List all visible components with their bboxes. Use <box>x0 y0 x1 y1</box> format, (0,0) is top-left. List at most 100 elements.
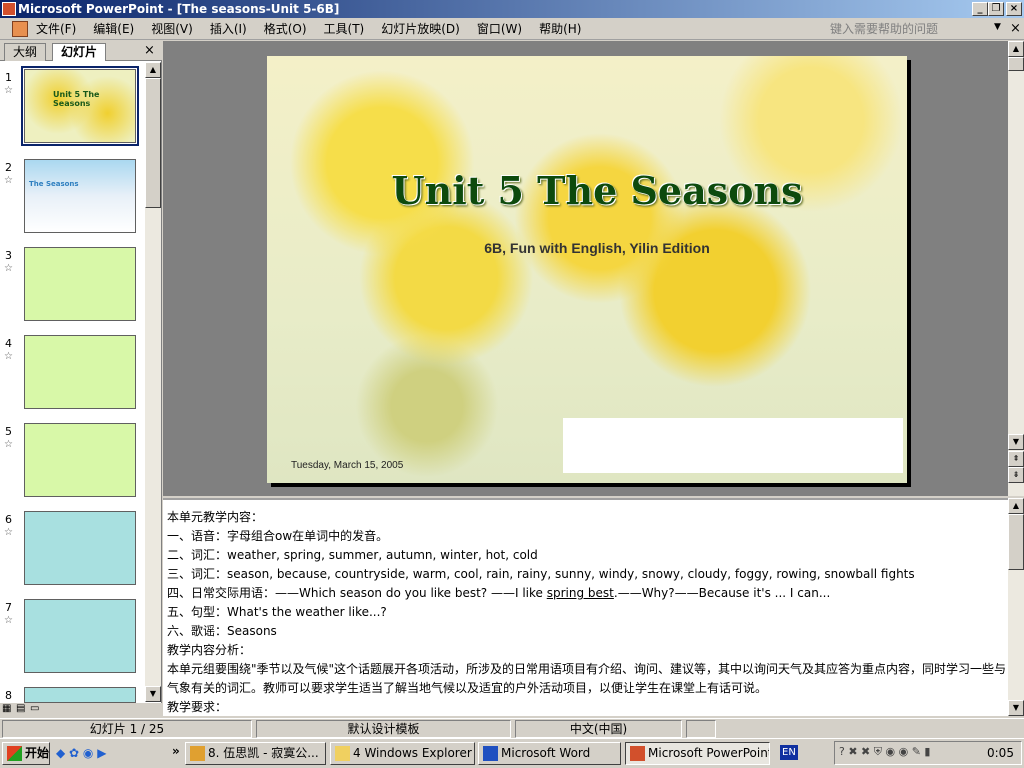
winamp-icon <box>190 746 205 761</box>
tab-outline[interactable]: 大纲 <box>4 43 47 61</box>
transition-icon: ☆ <box>4 175 13 186</box>
slide-number: 4 <box>5 337 12 350</box>
slides-pane: 大纲 幻灯片 × 1 ☆ Unit 5 The Seasons 2 ☆ The Seas… <box>0 41 162 703</box>
windows-logo-icon <box>7 746 22 761</box>
slide-date[interactable]: Tuesday, March 15, 2005 <box>291 460 403 471</box>
slide-subtitle[interactable]: 6B, Fun with English, Yilin Edition <box>267 240 907 256</box>
thumbnail-image <box>24 247 136 321</box>
slide-number: 3 <box>5 249 12 262</box>
notes-scrollbar[interactable]: ▲ ▼ <box>1008 498 1024 716</box>
status-bar: 幻灯片 1 / 25 默认设计模板 中文(中国) <box>0 718 1024 738</box>
taskbar-label: Microsoft Word <box>501 746 591 760</box>
notes-underlined-text: spring best <box>546 586 614 600</box>
restore-button[interactable]: ❐ <box>988 2 1004 16</box>
thumbnail-image: The Seasons <box>24 159 136 233</box>
notes-line: 六、歌谣：Seasons <box>167 624 277 638</box>
start-button[interactable]: 开始 <box>2 742 50 765</box>
quicklaunch-icons[interactable]: ◆ ✿ ◉ ▶ <box>56 746 106 760</box>
menu-view[interactable]: 视图(V) <box>151 20 193 37</box>
scroll-up-icon[interactable]: ▲ <box>1008 41 1024 57</box>
normal-view-icon[interactable]: ▦ <box>2 703 11 714</box>
menu-file[interactable]: 文件(F) <box>36 20 76 37</box>
slide-title[interactable]: Unit 5 The Seasons <box>267 168 907 213</box>
notes-line: 本单元教学内容： <box>167 510 264 524</box>
close-button[interactable]: × <box>1006 2 1022 16</box>
taskbar-item-word[interactable]: Microsoft Word <box>478 742 621 765</box>
scroll-thumb[interactable] <box>1008 514 1024 570</box>
notes-line: 四、日常交际用语：——Which season do you like best… <box>167 584 1008 603</box>
thumbnail-image: Unit 5 The Seasons <box>21 66 139 146</box>
transition-icon: ☆ <box>4 85 13 96</box>
menu-edit[interactable]: 编辑(E) <box>93 20 134 37</box>
slide-canvas[interactable]: Unit 5 The Seasons 6B, Fun with English,… <box>267 56 907 483</box>
slide-number: 5 <box>5 425 12 438</box>
blank-box[interactable] <box>563 418 903 473</box>
status-language: 中文(中国) <box>515 720 682 738</box>
notes-pane[interactable]: 本单元教学内容： 一、语音：字母组合ow在单词中的发音。 二、词汇：weathe… <box>163 498 1008 716</box>
transition-icon: ☆ <box>4 527 13 538</box>
next-slide-icon[interactable]: ⇟ <box>1008 467 1024 483</box>
close-document-button[interactable]: × <box>1010 21 1021 36</box>
system-tray: ? ✖ ✖ ⛨ ◉ ◉ ✎ ▮ 0:05 <box>834 741 1022 765</box>
taskbar-item-powerpoint[interactable]: Microsoft PowerPoint ... <box>625 742 770 765</box>
powerpoint-icon <box>2 2 16 16</box>
previous-slide-icon[interactable]: ⇞ <box>1008 451 1024 467</box>
menu-tools[interactable]: 工具(T) <box>324 20 365 37</box>
taskbar-item-music[interactable]: 8. 伍思凯 - 寂寞公... <box>185 742 326 765</box>
notes-text: 四、日常交际用语：——Which season do you like best… <box>167 586 547 600</box>
notes-paragraph: 本单元组要围绕"季节以及气候"这个话题展开各项活动，所涉及的日常用语项目有介绍、… <box>167 662 1007 695</box>
start-label: 开始 <box>25 746 50 760</box>
notes-line: 教学内容分析： <box>167 643 252 657</box>
slide-scrollbar[interactable]: ▲ ▼ ⇞ ⇟ <box>1008 41 1024 496</box>
tab-slides[interactable]: 幻灯片 <box>52 43 107 61</box>
help-dropdown-icon[interactable]: ▼ <box>994 22 1001 32</box>
slideshow-icon[interactable]: ▭ <box>30 703 39 714</box>
word-icon <box>483 746 498 761</box>
taskbar-label: 4 Windows Explorer <box>353 746 472 760</box>
tray-icons[interactable]: ? ✖ ✖ ⛨ ◉ ◉ ✎ ▮ <box>839 745 930 759</box>
transition-icon: ☆ <box>4 351 13 362</box>
folder-icon <box>335 746 350 761</box>
notes-text: .——Why?——Because it's ... I can... <box>613 586 831 600</box>
pane-close-icon[interactable]: × <box>144 43 155 58</box>
scroll-up-icon[interactable]: ▲ <box>145 62 161 78</box>
slide-sorter-icon[interactable]: ▤ <box>16 703 25 714</box>
scroll-down-icon[interactable]: ▼ <box>1008 700 1024 716</box>
more-icon[interactable]: » <box>172 744 180 758</box>
language-indicator[interactable]: EN <box>780 745 798 760</box>
minimize-button[interactable]: _ <box>972 2 988 16</box>
status-empty <box>686 720 716 738</box>
transition-icon: ☆ <box>4 263 13 274</box>
menu-slideshow[interactable]: 幻灯片放映(D) <box>381 20 460 37</box>
scroll-down-icon[interactable]: ▼ <box>145 686 161 702</box>
taskbar-label: 8. 伍思凯 - 寂寞公... <box>208 746 319 760</box>
slide-number: 6 <box>5 513 12 526</box>
menu-format[interactable]: 格式(O) <box>264 20 307 37</box>
slide-number: 7 <box>5 601 12 614</box>
scroll-thumb[interactable] <box>145 78 161 208</box>
scroll-up-icon[interactable]: ▲ <box>1008 498 1024 514</box>
notes-line: 教学要求： <box>167 700 228 714</box>
transition-icon: ☆ <box>4 439 13 450</box>
thumbnail-image <box>24 335 136 409</box>
notes-line: 一、语音：字母组合ow在单词中的发音。 <box>167 529 389 543</box>
status-slide-count: 幻灯片 1 / 25 <box>2 720 252 738</box>
menu-insert[interactable]: 插入(I) <box>210 20 247 37</box>
taskbar-label: Microsoft PowerPoint ... <box>648 746 770 760</box>
thumbnail-image <box>24 423 136 497</box>
thumbnail-image <box>24 511 136 585</box>
help-search-input[interactable]: 键入需要帮助的问题 <box>826 20 1006 38</box>
scroll-thumb[interactable] <box>1008 57 1024 71</box>
transition-icon: ☆ <box>4 615 13 626</box>
slide-editing-area: Unit 5 The Seasons 6B, Fun with English,… <box>163 41 1008 496</box>
powerpoint-icon <box>630 746 645 761</box>
menu-window[interactable]: 窗口(W) <box>477 20 522 37</box>
slides-scrollbar[interactable]: ▲ ▼ <box>145 62 161 702</box>
pane-tabs: 大纲 幻灯片 × <box>0 41 162 61</box>
notes-line: 三、词汇：season, because, countryside, warm,… <box>167 567 915 581</box>
menu-help[interactable]: 帮助(H) <box>539 20 581 37</box>
view-buttons: ▦ ▤ ▭ <box>0 703 162 717</box>
taskbar-item-explorer[interactable]: 4 Windows Explorer <box>330 742 475 765</box>
window-title: Microsoft PowerPoint - [The seasons-Unit… <box>18 2 340 16</box>
scroll-down-icon[interactable]: ▼ <box>1008 434 1024 450</box>
